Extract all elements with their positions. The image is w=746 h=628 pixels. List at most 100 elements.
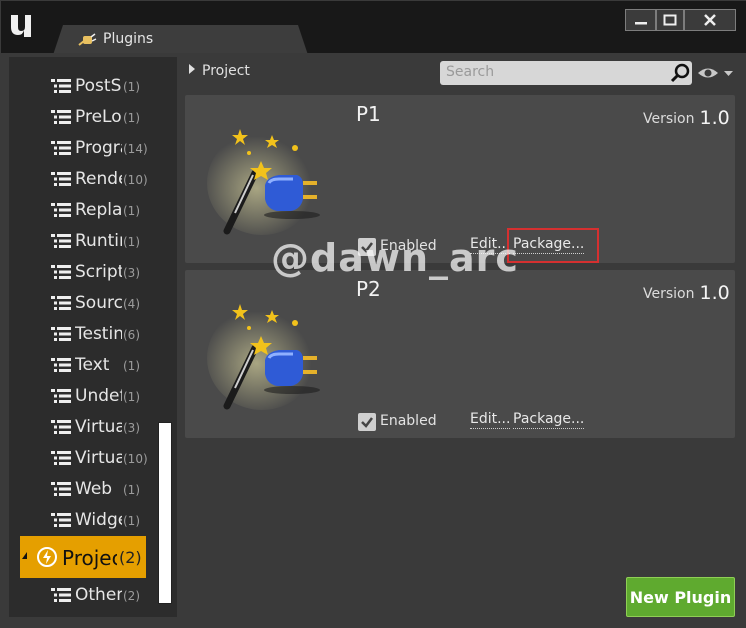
plugin-name: P2 xyxy=(356,277,381,301)
minimize-icon xyxy=(634,22,647,25)
sidebar-item-virtual[interactable]: Virtual (10) xyxy=(9,443,177,473)
sidebar-item-label: Replay xyxy=(75,200,122,220)
search-icon[interactable] xyxy=(670,63,690,83)
unreal-logo-icon xyxy=(11,15,31,37)
window-controls xyxy=(625,9,736,31)
sidebar-item-label: Text xyxy=(75,355,110,375)
search-input[interactable]: Search xyxy=(440,61,692,85)
category-sidebar: PostSplashScreen (1) PreLoadingScreen (1… xyxy=(9,57,177,617)
sidebar-item-label: Widgets xyxy=(75,510,122,530)
plugin-name: P1 xyxy=(356,102,381,126)
list-icon xyxy=(51,79,71,93)
version-number: 1.0 xyxy=(699,107,730,129)
sidebar-item-count: (2) xyxy=(119,548,142,567)
sidebar-item-count: (6) xyxy=(123,328,140,342)
sidebar-item-undefined[interactable]: Undefined (1) xyxy=(9,381,177,411)
list-icon xyxy=(51,358,71,372)
list-icon xyxy=(51,265,71,279)
sidebar-item-label: PostSplashScreen xyxy=(75,76,122,96)
list-icon xyxy=(51,296,71,310)
close-button[interactable] xyxy=(684,9,736,31)
enabled-checkbox[interactable] xyxy=(358,413,376,431)
list-icon xyxy=(51,482,71,496)
list-icon xyxy=(51,234,71,248)
breadcrumb[interactable]: Project xyxy=(189,63,250,79)
version-label: Version xyxy=(643,111,695,127)
plug-icon xyxy=(78,33,97,46)
sidebar-item-label: Virtual xyxy=(75,448,122,468)
sidebar-item-label: PreLoadingScreen xyxy=(75,107,122,127)
sidebar-item-source-control[interactable]: Source Control (4) xyxy=(9,288,177,318)
minimize-button[interactable] xyxy=(625,9,656,31)
tab-close-icon[interactable]: × xyxy=(333,30,344,45)
sidebar-item-label: Web xyxy=(75,479,113,499)
maximize-icon xyxy=(663,14,677,26)
list-icon xyxy=(51,141,71,155)
tab-plugins[interactable]: Plugins × xyxy=(53,25,308,55)
breadcrumb-arrow-icon xyxy=(189,64,195,74)
list-icon xyxy=(51,451,71,465)
sidebar-item-count: (2) xyxy=(123,589,140,603)
sidebar-item-label: Source Control xyxy=(75,293,122,313)
sidebar-item-rendering[interactable]: Rendering (10) xyxy=(9,164,177,194)
list-icon xyxy=(51,327,71,341)
sidebar-item-web[interactable]: Web (1) xyxy=(9,474,177,504)
list-icon xyxy=(51,513,71,527)
tab-label: Plugins xyxy=(103,31,154,47)
sidebar-item-count: (1) xyxy=(123,111,140,125)
sidebar-item-count: (1) xyxy=(123,235,140,249)
plugin-version: Version 1.0 xyxy=(643,107,730,129)
title-bar: Plugins × xyxy=(1,1,746,55)
version-number: 1.0 xyxy=(699,282,730,304)
sidebar-item-count: (4) xyxy=(123,297,140,311)
maximize-button[interactable] xyxy=(656,9,684,31)
sidebar-item-count: (3) xyxy=(123,421,140,435)
watermark-text: @dawn_arc xyxy=(271,236,519,280)
package-highlight-box xyxy=(507,228,599,263)
view-options-eye-icon[interactable] xyxy=(697,65,735,81)
sidebar-item-count: (14) xyxy=(123,142,148,156)
sidebar-item-postsplashscreen[interactable]: PostSplashScreen (1) xyxy=(9,71,177,101)
sidebar-item-label: Programming xyxy=(75,138,122,158)
enabled-label: Enabled xyxy=(380,413,437,429)
sidebar-item-label: Rendering xyxy=(75,169,122,189)
edit-link[interactable]: Edit... xyxy=(470,411,511,429)
list-icon xyxy=(51,203,71,217)
sidebar-item-replay[interactable]: Replay (1) xyxy=(9,195,177,225)
sidebar-item-label: Testing xyxy=(75,324,122,344)
project-bolt-icon xyxy=(37,547,57,567)
scrollbar-thumb[interactable] xyxy=(158,422,172,604)
sidebar-item-text[interactable]: Text (1) xyxy=(9,350,177,380)
list-icon xyxy=(51,588,71,602)
plugins-body: PostSplashScreen (1) PreLoadingScreen (1… xyxy=(1,53,746,628)
sidebar-item-project[interactable]: Project (2) xyxy=(20,536,146,578)
expand-arrow-icon xyxy=(22,552,27,559)
sidebar-item-programming[interactable]: Programming (14) xyxy=(9,133,177,163)
sidebar-item-label: Other xyxy=(75,585,122,605)
sidebar-item-label: Scripting xyxy=(75,262,122,282)
sidebar-item-virtual-reality[interactable]: Virtual Reality (3) xyxy=(9,412,177,442)
sidebar-item-count: (3) xyxy=(123,266,140,280)
close-icon xyxy=(704,14,716,26)
sidebar-item-count: (1) xyxy=(123,390,140,404)
list-icon xyxy=(51,110,71,124)
sidebar-item-count: (1) xyxy=(123,359,140,373)
sidebar-item-testing[interactable]: Testing (6) xyxy=(9,319,177,349)
sidebar-item-preloadingscreen[interactable]: PreLoadingScreen (1) xyxy=(9,102,177,132)
list-icon xyxy=(51,172,71,186)
plugins-window: Plugins × PostSplashScreen (1) xyxy=(0,0,746,628)
package-link[interactable]: Package... xyxy=(513,411,585,429)
sidebar-scrollbar[interactable] xyxy=(158,57,172,617)
sidebar-item-runtime[interactable]: Runtime (1) xyxy=(9,226,177,256)
new-plugin-button[interactable]: New Plugin xyxy=(626,577,735,617)
sidebar-item-label: Project xyxy=(62,546,117,570)
sidebar-item-widgets[interactable]: Widgets (1) xyxy=(9,505,177,535)
list-icon xyxy=(51,420,71,434)
breadcrumb-label: Project xyxy=(202,63,250,79)
sidebar-item-count: (1) xyxy=(123,204,140,218)
list-icon xyxy=(51,389,71,403)
search-placeholder: Search xyxy=(446,64,495,80)
sidebar-item-other[interactable]: Other (2) xyxy=(9,580,177,610)
sidebar-item-scripting[interactable]: Scripting (3) xyxy=(9,257,177,287)
sidebar-item-count: (10) xyxy=(123,173,148,187)
